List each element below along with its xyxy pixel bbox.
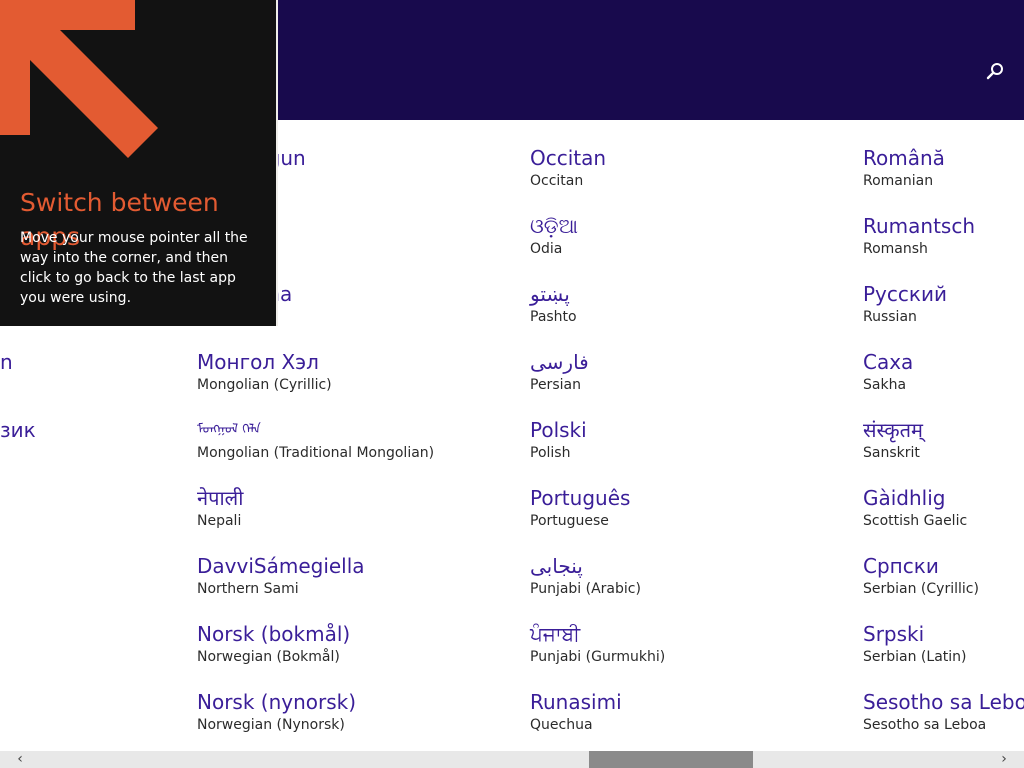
language-item[interactable]: Runasimi Quechua <box>530 689 622 735</box>
language-item[interactable]: Gàidhlig Scottish Gaelic <box>863 485 967 531</box>
language-native-name: Português <box>530 486 631 510</box>
language-english-name: Sesotho sa Leboa <box>863 717 987 733</box>
language-english-name: Pashto <box>530 309 577 325</box>
language-item[interactable]: Română Romanian <box>863 145 945 191</box>
language-english-name: Persian <box>530 377 581 393</box>
partial-language-label[interactable]: зик <box>0 417 36 443</box>
language-item[interactable]: ਪੰਜਾਬੀ Punjabi (Gurmukhi) <box>530 621 665 667</box>
language-item[interactable]: नेपाली Nepali <box>197 485 243 531</box>
language-english-name: Odia <box>530 241 563 257</box>
scroll-left-button[interactable]: ‹ <box>10 751 30 768</box>
language-item[interactable]: Монгол Хэл Mongolian (Cyrillic) <box>197 349 332 395</box>
switch-apps-tip: Switch between apps Move your mouse poin… <box>0 0 278 326</box>
language-native-name: Gàidhlig <box>863 486 946 510</box>
language-item[interactable]: فارسی Persian <box>530 349 589 395</box>
language-native-name: پنجابی <box>530 554 583 578</box>
language-english-name: Serbian (Latin) <box>863 649 967 665</box>
language-native-name: ਪੰਜਾਬੀ <box>530 622 581 646</box>
language-item[interactable]: DavviSámegiella Northern Sami <box>197 553 365 599</box>
language-english-name: Scottish Gaelic <box>863 513 968 529</box>
language-english-name: Norwegian (Nynorsk) <box>197 717 345 733</box>
language-item[interactable]: Srpski Serbian (Latin) <box>863 621 967 667</box>
language-native-name: پښتو <box>530 282 570 306</box>
language-native-name: Rumantsch <box>863 214 976 238</box>
language-english-name: Mongolian (Cyrillic) <box>197 377 332 393</box>
language-native-name: ଓଡ଼ିଆ <box>530 214 578 238</box>
language-item[interactable]: Português Portuguese <box>530 485 630 531</box>
language-item[interactable]: ᠮᠣᠩᠭᠣᠯ ᠬᠡᠯᠡ Mongolian (Traditional Mongo… <box>197 417 434 463</box>
language-english-name: Polish <box>530 445 571 461</box>
language-native-name: DavviSámegiella <box>197 554 365 578</box>
language-item[interactable]: Sesotho sa Leboa Sesotho sa Leboa <box>863 689 1024 735</box>
language-native-name: नेपाली <box>197 486 244 510</box>
partial-language-label[interactable]: n <box>0 349 13 375</box>
scroll-right-button[interactable]: › <box>994 751 1014 768</box>
language-english-name: Sanskrit <box>863 445 920 461</box>
language-item[interactable]: ଓଡ଼ିଆ Odia <box>530 213 578 259</box>
language-item[interactable]: پښتو Pashto <box>530 281 577 327</box>
language-item[interactable]: Norsk (bokmål) Norwegian (Bokmål) <box>197 621 350 667</box>
language-item[interactable]: संस्कृतम् Sanskrit <box>863 417 923 463</box>
language-english-name: Mongolian (Traditional Mongolian) <box>197 445 435 461</box>
language-item[interactable]: Rumantsch Romansh <box>863 213 975 259</box>
language-native-name: ᠮᠣᠩᠭᠣᠯ ᠬᠡᠯᠡ <box>197 422 261 437</box>
language-item[interactable]: Саха Sakha <box>863 349 913 395</box>
horizontal-scrollbar[interactable]: ‹ › <box>0 751 1024 768</box>
corner-arrow-icon <box>0 0 158 158</box>
language-item[interactable]: Polski Polish <box>530 417 587 463</box>
language-native-name: Srpski <box>863 622 925 646</box>
language-item[interactable]: Occitan Occitan <box>530 145 606 191</box>
scroll-thumb[interactable] <box>589 751 753 768</box>
language-native-name: Sesotho sa Leboa <box>863 690 1024 714</box>
language-native-name: संस्कृतम् <box>863 418 924 442</box>
language-english-name: Punjabi (Gurmukhi) <box>530 649 666 665</box>
language-english-name: Romanian <box>863 173 934 189</box>
language-native-name: Occitan <box>530 146 607 170</box>
language-native-name: Polski <box>530 418 587 442</box>
language-english-name: Russian <box>863 309 917 325</box>
language-native-name: Русский <box>863 282 947 306</box>
language-item[interactable]: Norsk (nynorsk) Norwegian (Nynorsk) <box>197 689 356 735</box>
tip-body: Move your mouse pointer all the way into… <box>20 230 248 306</box>
language-native-name: Саха <box>863 350 914 374</box>
language-item[interactable]: پنجابی Punjabi (Arabic) <box>530 553 641 599</box>
language-english-name: Serbian (Cyrillic) <box>863 581 979 597</box>
language-english-name: Northern Sami <box>197 581 299 597</box>
language-native-name: Română <box>863 146 945 170</box>
language-english-name: Occitan <box>530 173 584 189</box>
language-native-name: فارسی <box>530 350 589 374</box>
language-english-name: Punjabi (Arabic) <box>530 581 641 597</box>
language-english-name: Sakha <box>863 377 907 393</box>
language-english-name: Romansh <box>863 241 928 257</box>
language-native-name: Монгол Хэл <box>197 350 319 374</box>
language-native-name: Runasimi <box>530 690 622 714</box>
language-english-name: Norwegian (Bokmål) <box>197 649 340 665</box>
language-native-name: Norsk (bokmål) <box>197 622 351 646</box>
language-item[interactable]: Русский Russian <box>863 281 947 327</box>
language-native-name: Српски <box>863 554 939 578</box>
language-english-name: Nepali <box>197 513 242 529</box>
language-english-name: Portuguese <box>530 513 609 529</box>
language-native-name: Norsk (nynorsk) <box>197 690 357 714</box>
language-item[interactable]: Српски Serbian (Cyrillic) <box>863 553 979 599</box>
language-english-name: Quechua <box>530 717 593 733</box>
